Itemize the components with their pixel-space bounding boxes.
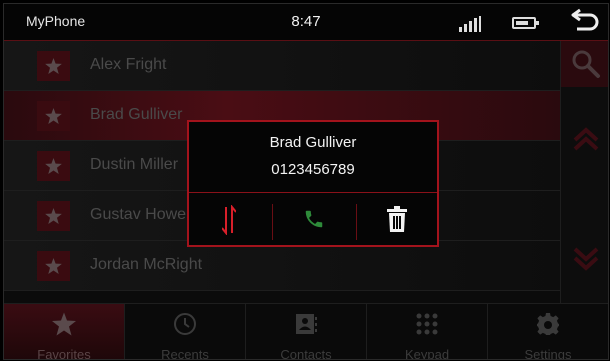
keypad-icon (416, 313, 438, 335)
tab-keypad[interactable]: Keypad (367, 304, 488, 360)
contact-name: Jordan McRight (90, 256, 203, 273)
clock-icon (174, 313, 196, 335)
dialog-contact-name: Brad Gulliver (269, 134, 357, 151)
tab-label: Settings (524, 347, 572, 360)
star-icon (45, 158, 62, 174)
contact-name: Gustav Howe (90, 206, 187, 223)
battery-icon (512, 17, 539, 29)
scroll-up-icon[interactable] (573, 126, 599, 152)
contact-card-icon (296, 314, 317, 334)
tab-label: Recents (161, 347, 209, 360)
contact-name: Alex Fright (90, 56, 167, 73)
list-item[interactable]: Alex Fright (4, 41, 560, 91)
star-icon (52, 312, 76, 336)
signal-icon (459, 16, 481, 32)
scroll-down-icon[interactable] (573, 246, 599, 272)
reorder-button[interactable] (189, 193, 271, 245)
favorite-star-button[interactable] (37, 251, 70, 281)
contact-name: Brad Gulliver (90, 106, 183, 123)
tab-contacts[interactable]: Contacts (246, 304, 367, 360)
tab-settings[interactable]: Settings (488, 304, 608, 360)
contact-name: Dustin Miller (90, 156, 179, 173)
contact-action-dialog: Brad Gulliver 0123456789 (187, 120, 439, 247)
star-icon (45, 58, 62, 74)
tab-label: Keypad (404, 347, 450, 360)
call-button[interactable] (273, 193, 355, 245)
star-icon (45, 108, 62, 124)
bottom-nav: Favorites Recents Contacts Keypad Settin… (4, 303, 608, 360)
tab-recents[interactable]: Recents (125, 304, 246, 360)
star-icon (45, 208, 62, 224)
back-icon[interactable] (570, 6, 602, 36)
tab-label: Favorites (37, 347, 91, 360)
favorite-star-button[interactable] (37, 201, 70, 231)
favorite-star-button[interactable] (37, 151, 70, 181)
gear-icon (537, 313, 559, 335)
search-button[interactable] (561, 41, 608, 87)
favorite-star-button[interactable] (37, 101, 70, 131)
tab-label: Contacts (280, 347, 332, 360)
reorder-arrows-icon (222, 205, 236, 235)
list-item[interactable]: Jordan McRight (4, 241, 560, 291)
dialog-phone-number: 0123456789 (271, 161, 355, 178)
search-icon (572, 50, 600, 78)
phone-app-screen: MyPhone 8:47 Alex Fright Brad Gulliver D… (3, 3, 609, 360)
trash-icon (387, 206, 407, 232)
star-icon (45, 258, 62, 274)
tab-favorites[interactable]: Favorites (4, 304, 125, 360)
favorite-star-button[interactable] (37, 51, 70, 81)
phone-call-icon (305, 210, 323, 228)
status-bar: MyPhone 8:47 (4, 4, 608, 41)
delete-button[interactable] (357, 193, 439, 245)
side-controls (560, 41, 608, 304)
